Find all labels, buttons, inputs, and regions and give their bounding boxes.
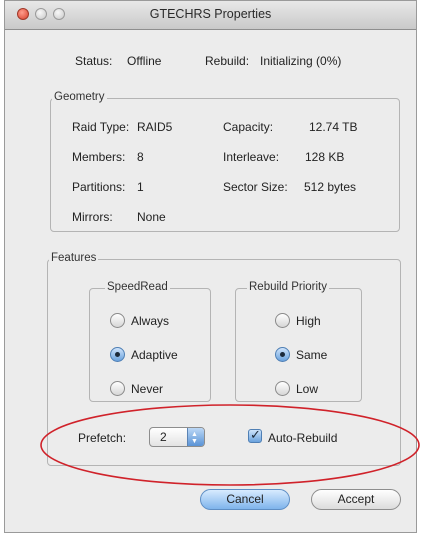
- title-bar[interactable]: GTECHRS Properties: [5, 1, 416, 30]
- auto-rebuild-checkbox[interactable]: ✓: [248, 427, 262, 443]
- speedread-always-radio[interactable]: [110, 313, 125, 328]
- prefetch-label: Prefetch:: [78, 431, 127, 445]
- partitions-value: 1: [137, 180, 144, 194]
- rebuild-value: Initializing (0%): [260, 54, 342, 68]
- checkmark-icon: ✓: [250, 427, 261, 442]
- priority-high-radio[interactable]: [275, 313, 290, 328]
- members-value: 8: [137, 150, 144, 164]
- stepper-arrows-icon[interactable]: ▲ ▼: [187, 428, 204, 446]
- features-legend: Features: [49, 252, 99, 264]
- sector-size-value: 512 bytes: [304, 180, 357, 194]
- rebuild-priority-legend: Rebuild Priority: [247, 281, 329, 293]
- partitions-label: Partitions:: [72, 180, 126, 194]
- speedread-adaptive-label: Adaptive: [131, 348, 178, 362]
- priority-same-label: Same: [296, 348, 328, 362]
- radio-selected-dot: [115, 352, 120, 357]
- window-title: GTECHRS Properties: [149, 7, 272, 21]
- auto-rebuild-label: Auto-Rebuild: [268, 431, 338, 445]
- interleave-label: Interleave:: [223, 150, 280, 164]
- interleave-value: 128 KB: [305, 150, 345, 164]
- speedread-legend: SpeedRead: [105, 281, 170, 293]
- capacity-value: 12.74 TB: [309, 120, 358, 134]
- priority-same-radio[interactable]: [275, 347, 290, 362]
- members-label: Members:: [72, 150, 126, 164]
- speedread-never-radio[interactable]: [110, 381, 125, 396]
- priority-low-label: Low: [296, 382, 319, 396]
- mirrors-value: None: [137, 210, 166, 224]
- mirrors-label: Mirrors:: [72, 210, 113, 224]
- sector-size-label: Sector Size:: [223, 180, 288, 194]
- rebuild-label: Rebuild:: [205, 54, 250, 68]
- priority-low-radio[interactable]: [275, 381, 290, 396]
- capacity-label: Capacity:: [223, 120, 274, 134]
- geometry-legend: Geometry: [52, 91, 107, 103]
- speedread-always-label: Always: [131, 314, 170, 328]
- raid-type-label: Raid Type:: [72, 120, 130, 134]
- speedread-never-label: Never: [131, 382, 164, 396]
- prefetch-value: 2: [160, 430, 167, 444]
- accept-button[interactable]: Accept: [311, 489, 401, 510]
- status-value: Offline: [127, 54, 162, 68]
- raid-type-value: RAID5: [137, 120, 173, 134]
- priority-high-label: High: [296, 314, 321, 328]
- cancel-button[interactable]: Cancel: [200, 489, 290, 510]
- prefetch-stepper[interactable]: 2 ▲ ▼: [149, 427, 205, 447]
- radio-selected-dot: [280, 352, 285, 357]
- speedread-adaptive-radio[interactable]: [110, 347, 125, 362]
- status-label: Status:: [75, 54, 113, 68]
